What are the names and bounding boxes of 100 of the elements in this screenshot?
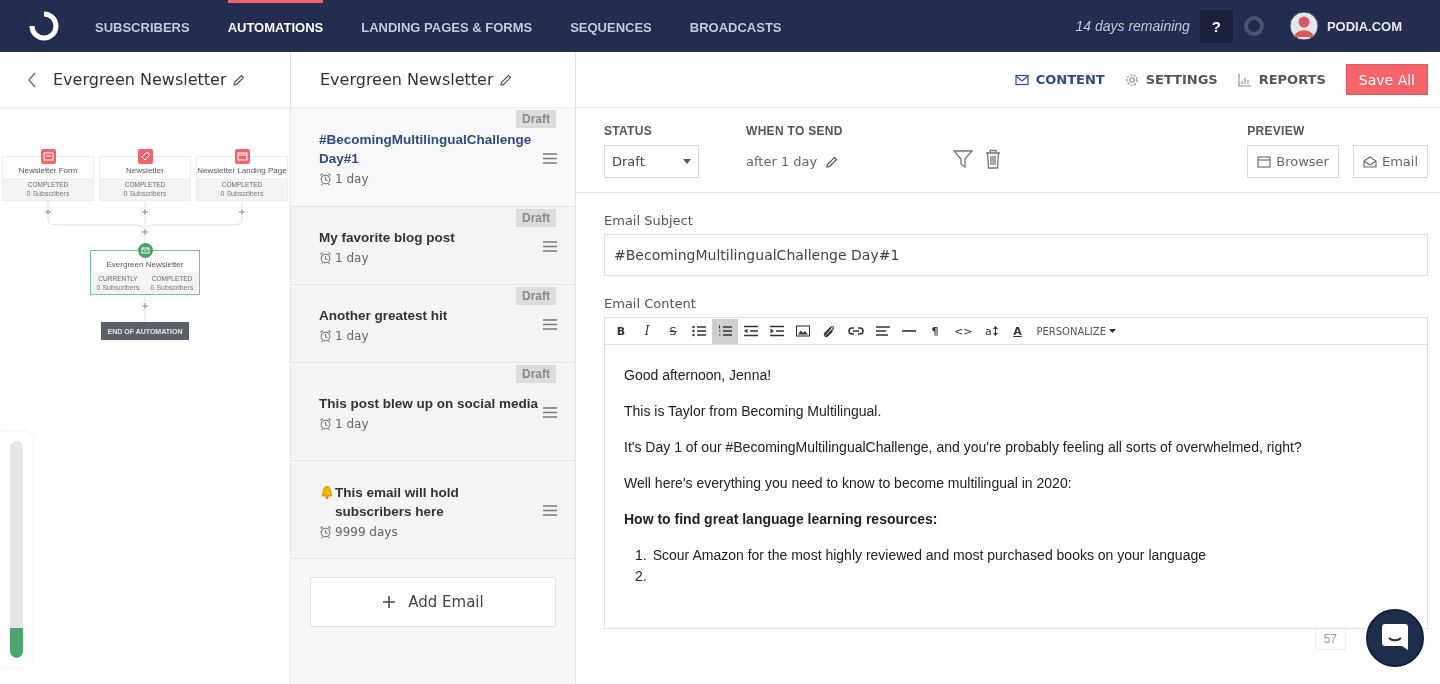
- alarm-clock-icon: [319, 251, 332, 265]
- drag-handle-icon[interactable]: [543, 505, 557, 516]
- toolbar-button[interactable]: a: [978, 318, 1005, 344]
- field-label: PREVIEW: [1247, 124, 1306, 138]
- field-label: WHEN TO SEND: [746, 124, 843, 138]
- node-title: Newsletter Landing Page: [197, 165, 287, 177]
- settings-icon: [1124, 72, 1139, 87]
- character-count: 57: [1314, 629, 1346, 650]
- filter-icon[interactable]: [952, 149, 973, 169]
- toolbar-button[interactable]: [712, 318, 738, 344]
- caret-icon: [1108, 329, 1116, 333]
- status-select[interactable]: Draft: [604, 145, 699, 178]
- node-title: Evergreen Newsletter: [105, 259, 185, 271]
- add-email-button[interactable]: Add Email: [310, 577, 556, 627]
- pencil-icon[interactable]: [231, 72, 246, 87]
- drag-handle-icon[interactable]: [543, 407, 557, 418]
- toolbar-button[interactable]: I: [634, 318, 660, 344]
- toolbar-button[interactable]: B: [608, 318, 634, 344]
- delay-text: 1 day: [335, 417, 369, 431]
- draft-badge: Draft: [516, 209, 556, 227]
- toolbar-button[interactable]: ¶: [922, 318, 948, 344]
- toolbar-button[interactable]: S: [660, 318, 686, 344]
- align-left-icon: [876, 325, 890, 337]
- plus-icon: [142, 229, 148, 235]
- logo-icon[interactable]: [27, 9, 61, 43]
- chat-button[interactable]: [1366, 609, 1424, 667]
- delay-text: 1 day: [335, 329, 369, 343]
- paperclip-icon: [822, 324, 836, 338]
- plus-icon: [239, 209, 245, 215]
- preview-button[interactable]: Email: [1352, 145, 1428, 178]
- trash-icon[interactable]: [984, 149, 1001, 169]
- tab[interactable]: SETTINGS: [1124, 72, 1218, 87]
- node-title: Newsletter: [125, 165, 165, 177]
- plus-icon: [142, 303, 148, 309]
- image-icon: [796, 325, 810, 337]
- field-label: Email Content: [604, 296, 697, 311]
- plus-icon: [45, 209, 51, 215]
- draft-badge: Draft: [516, 287, 556, 305]
- email-title: Another greatest hit: [319, 307, 448, 325]
- help-button[interactable]: ?: [1199, 9, 1233, 43]
- browser-window-icon: [1257, 154, 1272, 169]
- bar-chart-icon: [1237, 72, 1252, 87]
- numbered-list-icon: [718, 325, 732, 337]
- send-delay-text: after 1 day: [746, 154, 818, 169]
- nav-link[interactable]: LANDING PAGES & FORMS: [361, 0, 533, 52]
- email-list-item[interactable]: Draft My favorite blog post 1 day: [291, 207, 575, 285]
- drag-handle-icon[interactable]: [543, 241, 557, 252]
- indent-icon: [770, 325, 784, 337]
- trial-text: 14 days remaining: [1075, 18, 1190, 34]
- nav-link[interactable]: SEQUENCES: [570, 0, 652, 52]
- drag-handle-icon[interactable]: [543, 152, 557, 164]
- drag-handle-icon[interactable]: [543, 319, 557, 330]
- alarm-clock-icon: [319, 172, 332, 186]
- envelope-icon: [1014, 72, 1029, 87]
- email-title: This post blew up on social media: [319, 395, 539, 413]
- email-title: #BecomingMultilingualChallenge Day#1: [319, 131, 533, 168]
- alarm-clock-icon: [319, 329, 332, 343]
- subject-field[interactable]: #BecomingMultilingualChallenge Day#1: [604, 234, 1428, 276]
- draft-badge: Draft: [516, 110, 556, 128]
- caret-icon: [683, 159, 691, 164]
- plus-icon: [142, 209, 148, 215]
- toolbar-button[interactable]: A: [1004, 318, 1031, 344]
- email-list-item[interactable]: Draft Another greatest hit 1 day: [291, 285, 575, 363]
- back-icon[interactable]: [26, 70, 38, 89]
- outdent-icon: [744, 325, 758, 337]
- avatar-icon[interactable]: [1288, 11, 1319, 41]
- body-paragraph: Well here's everything you need to know to become multilingual in 2020:: [624, 475, 1073, 491]
- body-paragraph: It's Day 1 of our #BecomingMultilingualChallenge, and you're probably feeling all sorts of overwhelmed, right?: [624, 439, 1303, 455]
- nav-link[interactable]: SUBSCRIBERS: [95, 0, 190, 52]
- email-title: This email will hold subscribers here: [335, 483, 460, 521]
- list-item-text: Scour Amazon for the most highly reviewed and most purchased books on your language: [652, 547, 1206, 563]
- pencil-icon[interactable]: [825, 154, 840, 169]
- up-down-arrow-icon: [992, 326, 998, 336]
- pencil-icon[interactable]: [498, 72, 513, 87]
- sequence-title: Evergreen Newsletter: [320, 70, 494, 89]
- draft-badge: Draft: [516, 365, 556, 383]
- email-list-item[interactable]: This email will hold subscribers here 9999 days: [291, 461, 575, 559]
- delay-text: 9999 days: [335, 524, 398, 539]
- delay-text: 1 day: [335, 251, 369, 265]
- alarm-clock-icon: [319, 524, 332, 539]
- tab[interactable]: REPORTS: [1237, 72, 1326, 87]
- toolbar-button[interactable]: <>: [948, 318, 979, 344]
- plus-icon: [382, 595, 397, 609]
- tab[interactable]: CONTENT: [1014, 72, 1105, 87]
- field-label: Email Subject: [604, 213, 694, 228]
- alarm-clock-icon: [319, 417, 332, 431]
- page-icon: [234, 149, 250, 164]
- bell-icon: [319, 483, 335, 500]
- email-list-item[interactable]: Draft This post blew up on social media 1 day: [291, 363, 575, 461]
- body-heading: How to find great language learning resources:: [624, 511, 939, 527]
- preview-button[interactable]: Browser: [1247, 145, 1339, 178]
- list-number: 1.: [635, 547, 647, 563]
- email-list-item[interactable]: Draft #BecomingMultilingualChallenge Day#1 1 day: [291, 108, 575, 207]
- toolbar-button[interactable]: PERSONALIZE: [1030, 318, 1122, 344]
- nav-link[interactable]: BROADCASTS: [689, 0, 782, 52]
- list-number: 2.: [635, 568, 647, 584]
- tag-icon: [137, 149, 153, 164]
- account-name[interactable]: PODIA.COM: [1326, 18, 1402, 34]
- delay-text: 1 day: [335, 172, 369, 186]
- envelope-icon: [1362, 154, 1377, 169]
